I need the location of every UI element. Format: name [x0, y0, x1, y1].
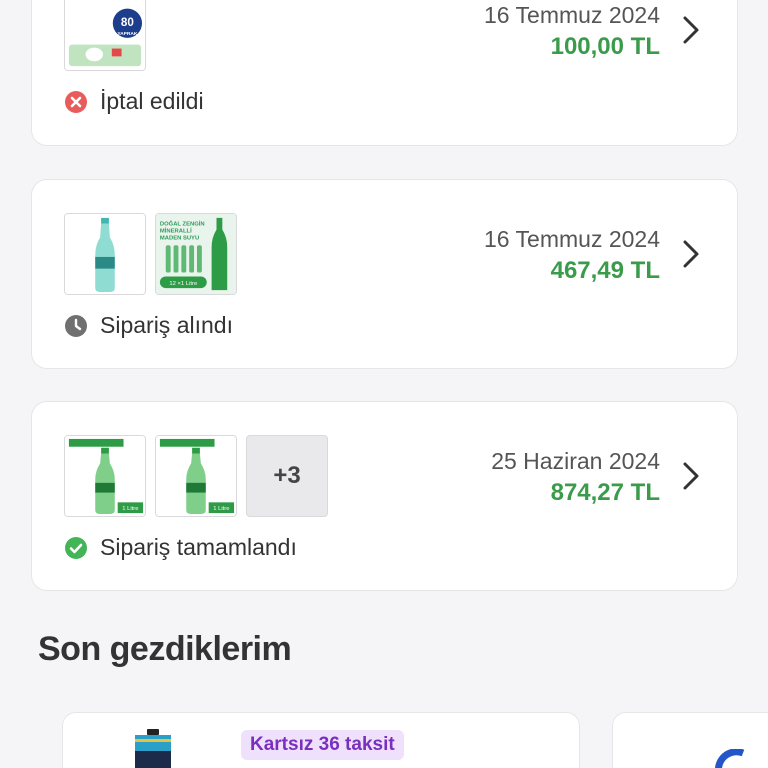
product-image-partial	[715, 749, 745, 768]
order-card[interactable]: 80 YAPRAK 16 Temmuz 2024 100,00 TL İptal…	[31, 0, 738, 146]
cancelled-x-icon	[65, 90, 87, 113]
soda-bottle-image: 1 Litre	[65, 436, 145, 516]
thumbnail-caption: 1 Litre	[122, 506, 138, 512]
product-thumbnail-mineral-water-pack: DOĞAL ZENGİN MİNERALLİ MADEN SUYU 12 ×1 …	[155, 213, 237, 295]
order-status: Sipariş tamamlandı	[64, 534, 297, 561]
order-date: 16 Temmuz 2024	[483, 2, 660, 28]
recently-viewed-title: Son gezdiklerim	[38, 630, 292, 668]
order-date: 25 Haziran 2024	[491, 448, 660, 474]
water-bottle-image	[65, 214, 145, 294]
thumbnail-text-line: DOĞAL ZENGİN	[160, 220, 205, 228]
mineral-water-pack-image: DOĞAL ZENGİN MİNERALLİ MADEN SUYU 12 ×1 …	[156, 214, 236, 294]
product-thumbnail-soda-bottle: 1 Litre	[64, 435, 146, 517]
wet-wipes-image: 80 YAPRAK	[65, 0, 145, 70]
thumbnail-caption: 1 Litre	[213, 506, 229, 512]
clock-icon	[65, 314, 87, 337]
more-items-count[interactable]: +3	[246, 435, 328, 517]
product-thumbnail-water-bottle	[64, 213, 146, 295]
order-status: İptal edildi	[64, 88, 204, 115]
chevron-right-icon[interactable]	[679, 12, 703, 48]
thumbnail-badge-number: 80	[121, 16, 135, 29]
order-date: 16 Temmuz 2024	[483, 226, 660, 252]
thumbnail-text-line: MİNERALLİ	[160, 228, 192, 235]
order-price: 467,49 TL	[550, 257, 660, 284]
order-card[interactable]: DOĞAL ZENGİN MİNERALLİ MADEN SUYU 12 ×1 …	[31, 179, 738, 369]
check-circle-icon	[65, 536, 87, 559]
recent-product-card[interactable]: Kartsız 36 taksit	[62, 712, 580, 768]
order-status: Sipariş alındı	[64, 312, 233, 339]
chevron-right-icon[interactable]	[679, 236, 703, 272]
order-price: 100,00 TL	[550, 33, 660, 60]
order-card[interactable]: 1 Litre 1 Litre +3 25 Haziran 2024 874,2…	[31, 401, 738, 591]
thumbnail-text-line: MADEN SUYU	[160, 235, 199, 241]
thumbnail-badge-sub: YAPRAK	[117, 31, 138, 37]
recent-product-card[interactable]	[612, 712, 768, 768]
product-thumbnail-wipes: 80 YAPRAK	[64, 0, 146, 71]
soda-bottle-image: 1 Litre	[156, 436, 236, 516]
product-thumbnail-soda-bottle: 1 Litre	[155, 435, 237, 517]
thumbnail-caption: 12 ×1 Litre	[169, 281, 197, 287]
chevron-right-icon[interactable]	[679, 458, 703, 494]
order-price: 874,27 TL	[550, 479, 660, 506]
promo-badge: Kartsız 36 taksit	[241, 730, 404, 760]
order-status-label: İptal edildi	[100, 88, 204, 114]
order-status-label: Sipariş tamamlandı	[100, 534, 297, 560]
product-image-battery	[135, 729, 171, 768]
order-status-label: Sipariş alındı	[100, 312, 233, 338]
